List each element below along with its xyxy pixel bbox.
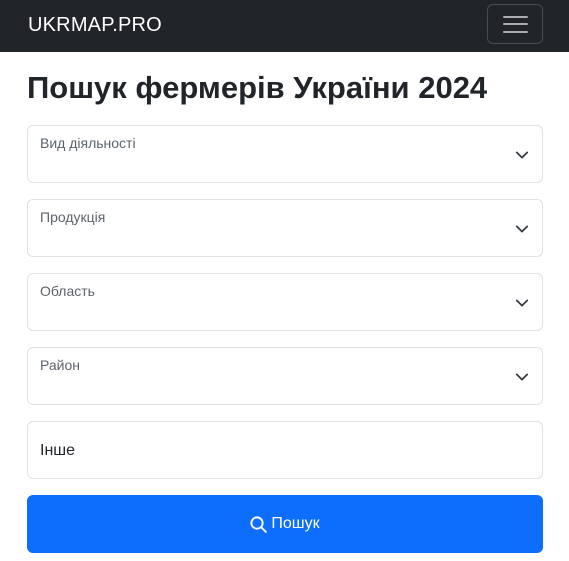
- page-title: Пошук фермерів України 2024: [27, 70, 488, 105]
- activity-type-label: Вид діяльності: [40, 135, 136, 151]
- brand-logo-link[interactable]: UKRMAP.PRO: [28, 13, 162, 37]
- navbar: UKRMAP.PRO: [0, 0, 569, 52]
- chevron-down-icon: [515, 225, 529, 233]
- chevron-down-icon: [515, 151, 529, 159]
- chevron-down-icon: [515, 299, 529, 307]
- district-label: Район: [40, 357, 80, 373]
- product-select[interactable]: Продукція: [27, 199, 543, 257]
- other-field-container: [27, 421, 543, 479]
- activity-type-select[interactable]: Вид діяльності: [27, 125, 543, 183]
- district-select[interactable]: Район: [27, 347, 543, 405]
- chevron-down-icon: [515, 373, 529, 381]
- region-select[interactable]: Область: [27, 273, 543, 331]
- region-label: Область: [40, 283, 95, 299]
- hamburger-menu-icon: [503, 16, 528, 18]
- search-button-label: Пошук: [271, 515, 320, 532]
- navbar-toggler-button[interactable]: [487, 4, 543, 44]
- search-icon: [250, 515, 268, 533]
- hamburger-menu-icon: [503, 23, 528, 25]
- other-input[interactable]: [40, 440, 520, 462]
- search-button[interactable]: Пошук: [27, 495, 543, 553]
- search-button-content: Пошук: [27, 495, 543, 553]
- hamburger-menu-icon: [503, 31, 528, 33]
- product-label: Продукція: [40, 209, 106, 225]
